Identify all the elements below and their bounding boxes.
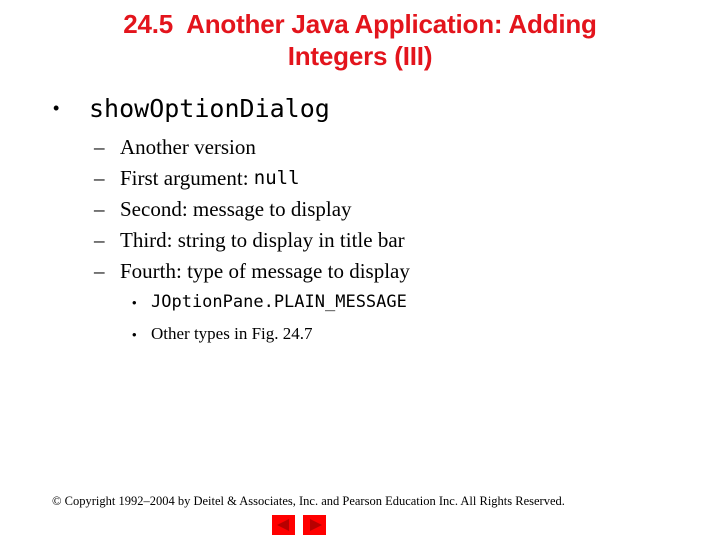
slide-title: 24.5 Another Java Application: Adding In…	[0, 8, 720, 72]
next-slide-button[interactable]	[303, 515, 326, 535]
bullet-marker: •	[132, 295, 137, 310]
dash-marker: –	[94, 166, 105, 190]
bullet-text: showOptionDialog	[89, 94, 330, 123]
sub-sub-bullet-list: • JOption­Pane.PLAIN_MESSAGE • Other typ…	[132, 289, 407, 353]
sub-bullet-text: Fourth: type of message to display	[120, 259, 410, 283]
sub-bullet-text: Third: string to display in title bar	[120, 228, 405, 252]
dash-marker: –	[94, 197, 105, 221]
sub-bullet-item: – First argument: null	[94, 164, 410, 195]
bullet-level-1: • showOptionDialog	[53, 94, 330, 123]
sub-sub-bullet-text: Other types in Fig. 24.7	[151, 324, 313, 343]
sub-bullet-item: – Fourth: type of message to display	[94, 257, 410, 288]
right-triangle-icon	[310, 519, 322, 531]
bullet-marker: •	[53, 98, 60, 118]
sub-bullet-text: Second: message to display	[120, 197, 352, 221]
sub-sub-bullet-code: JOption­Pane.PLAIN_MESSAGE	[151, 292, 407, 312]
previous-slide-button[interactable]	[272, 515, 295, 535]
sub-bullet-item: – Third: string to display in title bar	[94, 226, 410, 257]
slide-title-line-1: 24.5 Another Java Application: Adding	[123, 9, 597, 39]
sub-bullet-code: null	[253, 167, 300, 189]
dash-marker: –	[94, 259, 105, 283]
left-triangle-icon	[277, 519, 289, 531]
sub-bullet-text: First argument:	[120, 166, 254, 190]
dash-marker: –	[94, 135, 105, 159]
sub-sub-bullet-item: • JOption­Pane.PLAIN_MESSAGE	[132, 289, 407, 321]
sub-bullet-item: – Another version	[94, 133, 410, 164]
copyright-footer: © Copyright 1992–2004 by Deitel & Associ…	[52, 494, 565, 508]
sub-sub-bullet-item: • Other types in Fig. 24.7	[132, 321, 407, 353]
dash-marker: –	[94, 228, 105, 252]
slide-navigation	[272, 515, 326, 535]
sub-bullet-list: – Another version – First argument: null…	[94, 133, 410, 288]
sub-bullet-item: – Second: message to display	[94, 195, 410, 226]
bullet-marker: •	[132, 327, 137, 342]
sub-bullet-text: Another version	[120, 135, 256, 159]
slide-title-line-2: Integers (III)	[287, 41, 433, 71]
